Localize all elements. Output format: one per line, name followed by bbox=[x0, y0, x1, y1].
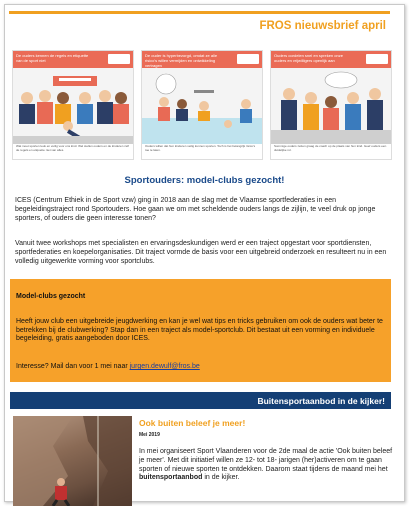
crowd-illustration bbox=[13, 68, 133, 144]
email-link[interactable]: jurgen.dewulf@fros.be bbox=[130, 363, 200, 370]
callout-box: Model-clubs gezocht Heeft jouw club een … bbox=[10, 279, 391, 382]
card-header-text: Ouders oordelen snel en spreken onze oud… bbox=[274, 53, 343, 63]
article2-body-pre: In mei organiseert Sport Vlaanderen voor… bbox=[139, 448, 393, 473]
card-footer-text: Sommige ouders zetten graag de coach op … bbox=[274, 144, 387, 152]
card-footer-text: Wat moet sporten leuk en veilig voor ons… bbox=[16, 144, 129, 152]
card-illustration bbox=[142, 68, 262, 144]
climber-image bbox=[13, 416, 132, 506]
illustration-card-2[interactable]: De ouder is hyperbezorgd, omdat ze alle … bbox=[141, 50, 263, 160]
parents-illustration bbox=[271, 68, 391, 144]
callout-mail-prefix: Interesse? Mail dan voor 1 mei naar bbox=[16, 363, 130, 370]
article-paragraph-2: Vanuit twee workshops met specialisten e… bbox=[15, 240, 387, 265]
newsletter-title: FROS nieuwsbrief april bbox=[259, 20, 386, 32]
callout-contact: Interesse? Mail dan voor 1 mei naar jurg… bbox=[16, 363, 200, 370]
ices-logo bbox=[366, 54, 388, 64]
article-headline: Sportouders: model-clubs gezocht! bbox=[124, 175, 285, 186]
section-title: Buitensportaanbod in de kijker! bbox=[257, 396, 385, 406]
card-illustration bbox=[271, 68, 391, 144]
section-header: Buitensportaanbod in de kijker! bbox=[10, 392, 391, 409]
card-illustration bbox=[13, 68, 133, 144]
ices-logo bbox=[237, 54, 259, 64]
ices-logo bbox=[108, 54, 130, 64]
illustration-card-1[interactable]: De ouders kennen de regels en etiquette … bbox=[12, 50, 134, 160]
card-header-text: De ouder is hyperbezorgd, omdat ze alle … bbox=[145, 53, 218, 68]
article2-title[interactable]: Ook buiten beleef je meer! bbox=[139, 418, 245, 428]
illustration-card-3[interactable]: Ouders oordelen snel en spreken onze oud… bbox=[270, 50, 392, 160]
pool-illustration bbox=[142, 68, 262, 144]
climbing-photo[interactable] bbox=[13, 416, 132, 506]
article2-body-bold: buitensportaanbod bbox=[139, 474, 203, 482]
article2-body: In mei organiseert Sport Vlaanderen voor… bbox=[139, 448, 394, 483]
card-header: De ouders kennen de regels en etiquette … bbox=[13, 51, 133, 68]
card-header-text: De ouders kennen de regels en etiquette … bbox=[16, 53, 89, 63]
article-paragraph-1: ICES (Centrum Ethiek in de Sport vzw) gi… bbox=[15, 197, 376, 222]
illustration-strip: De ouders kennen de regels en etiquette … bbox=[12, 50, 392, 160]
callout-body: Heeft jouw club een uitgebreide jeugdwer… bbox=[16, 318, 383, 343]
article2-body-post: in de kijker. bbox=[202, 474, 240, 482]
callout-title: Model-clubs gezocht bbox=[16, 293, 86, 300]
newsletter-header: FROS nieuwsbrief april bbox=[9, 11, 390, 44]
card-footer-text: Ouders willen dat hun kinderen veilig ku… bbox=[145, 144, 256, 152]
article2-date: Mei 2019 bbox=[139, 432, 160, 438]
card-header: Ouders oordelen snel en spreken onze oud… bbox=[271, 51, 391, 68]
card-header: De ouder is hyperbezorgd, omdat ze alle … bbox=[142, 51, 262, 68]
